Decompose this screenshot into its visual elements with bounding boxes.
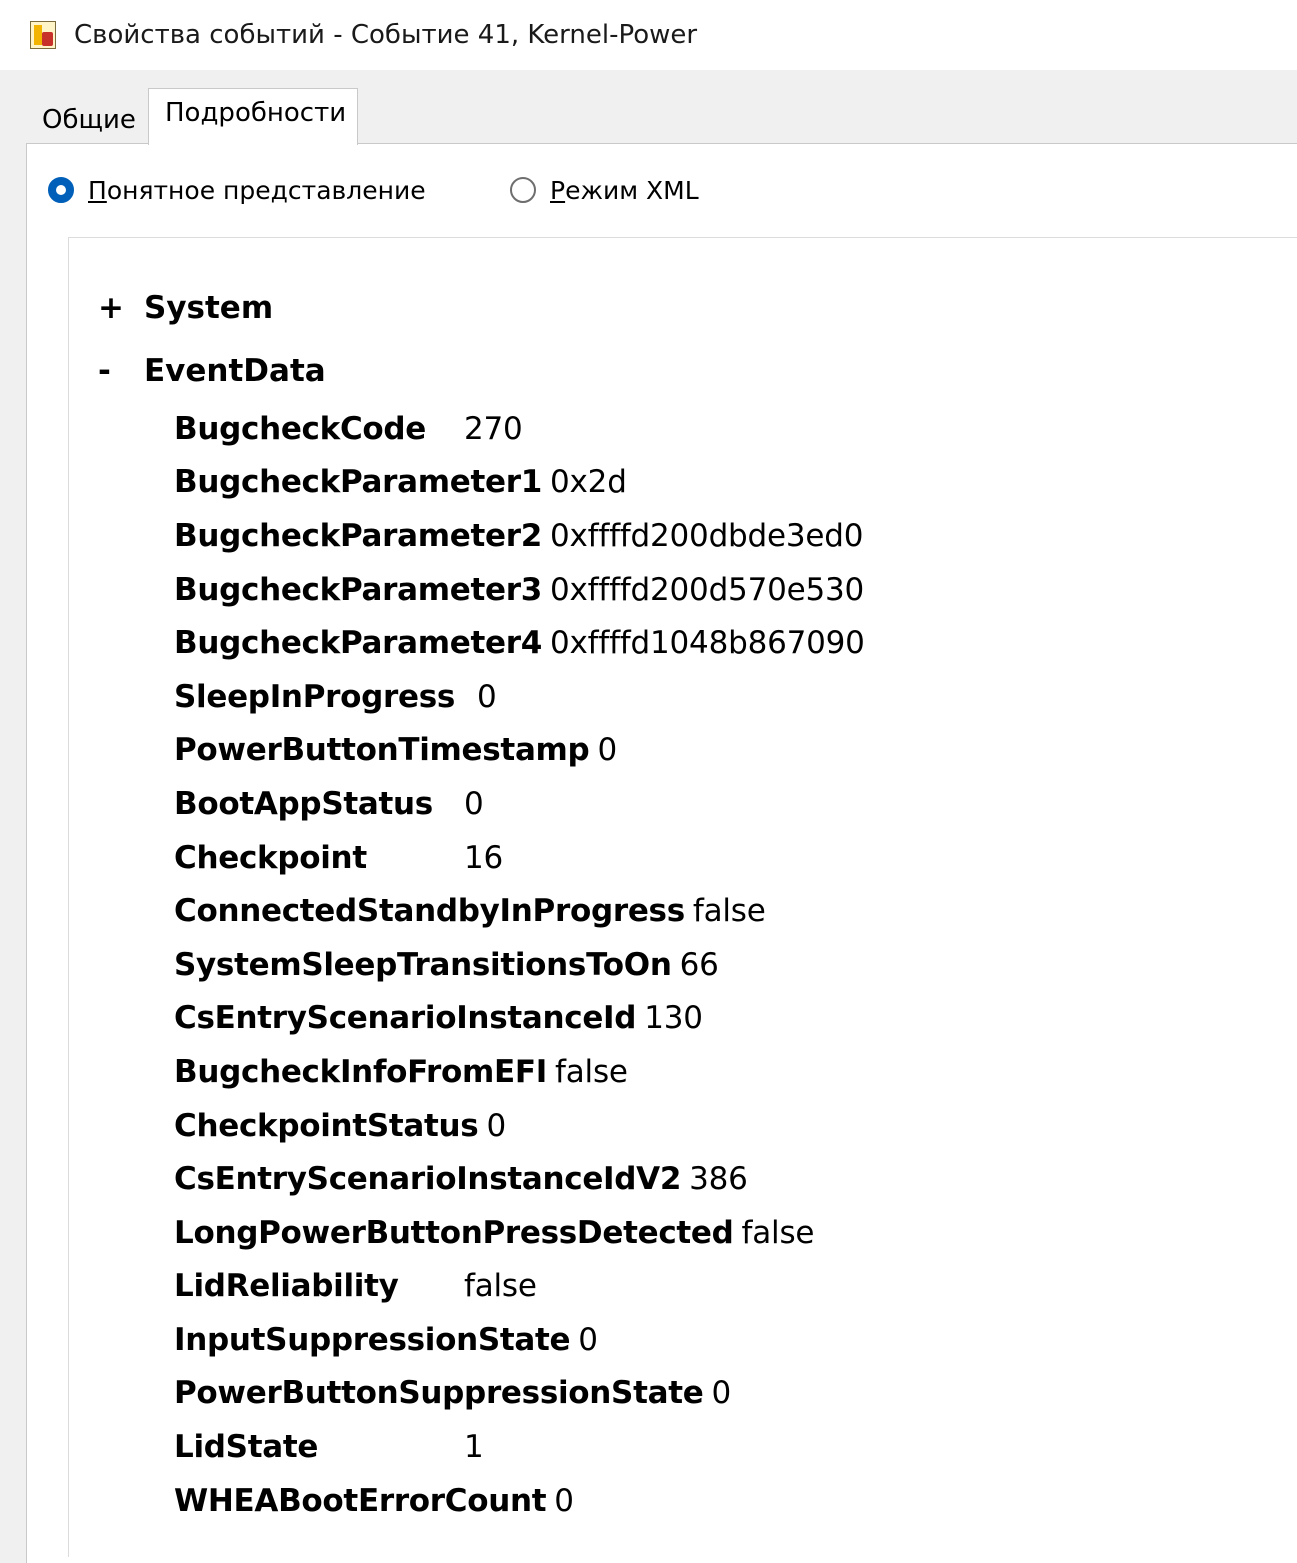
radio-unselected-icon <box>510 177 536 203</box>
event-data-row: InputSuppressionState 0 <box>174 1313 1274 1367</box>
event-data-key: BugcheckCode <box>174 410 427 447</box>
event-data-value: 66 <box>679 946 719 983</box>
event-data-row: BugcheckParameter2 0xffffd200dbde3ed0 <box>174 509 1274 563</box>
event-data-key: ConnectedStandbyInProgress <box>174 893 685 930</box>
tab-details[interactable]: Подробности <box>148 88 358 145</box>
event-data-value: 16 <box>464 839 504 876</box>
event-viewer-icon <box>30 21 56 49</box>
event-data-row: BugcheckInfoFromEFI false <box>174 1045 1274 1099</box>
window-title: Свойства событий - Событие 41, Kernel-Po… <box>74 20 698 50</box>
event-data-row: LidState 1 <box>174 1420 1274 1474</box>
event-data-row: PowerButtonSuppressionState 0 <box>174 1367 1274 1421</box>
event-data-value: false <box>692 893 766 930</box>
tab-general[interactable]: Общие <box>32 98 148 144</box>
event-data-value: 0xffffd200d570e530 <box>550 571 865 608</box>
event-data-value: 1 <box>464 1429 484 1466</box>
xml-view-label: Режим XML <box>550 175 699 205</box>
event-data-list: BugcheckCode 270 BugcheckParameter1 0x2d… <box>174 402 1274 1527</box>
event-data-value: 0x2d <box>550 464 627 501</box>
event-data-value: 0xffffd200dbde3ed0 <box>550 517 864 554</box>
event-data-value: 0 <box>597 732 617 769</box>
event-data-row: CsEntryScenarioInstanceId 130 <box>174 992 1274 1046</box>
event-data-row: WHEABootErrorCount 0 <box>174 1474 1274 1528</box>
event-data-key: SleepInProgress <box>174 678 456 715</box>
event-data-key: PowerButtonTimestamp <box>174 732 590 769</box>
event-data-key: BugcheckParameter3 <box>174 571 542 608</box>
event-data-value: 0 <box>554 1482 574 1519</box>
event-data-key: CheckpointStatus <box>174 1107 479 1144</box>
event-data-row: LidReliability false <box>174 1260 1274 1314</box>
event-data-row: SystemSleepTransitionsToOn 66 <box>174 938 1274 992</box>
event-data-key: PowerButtonSuppressionState <box>174 1375 704 1412</box>
tree-node-label: EventData <box>144 353 326 389</box>
event-data-key: CsEntryScenarioInstanceId <box>174 1000 637 1037</box>
event-data-value: false <box>555 1053 628 1090</box>
event-data-value: 0 <box>578 1321 598 1358</box>
event-data-key: LongPowerButtonPressDetected <box>174 1214 734 1251</box>
event-data-row: BugcheckParameter1 0x2d <box>174 456 1274 510</box>
event-data-key: BootAppStatus <box>174 785 433 822</box>
event-data-value: 0 <box>477 678 497 715</box>
xml-view-radio[interactable]: Режим XML <box>510 170 699 210</box>
event-data-row: LongPowerButtonPressDetected false <box>174 1206 1274 1260</box>
event-data-key: WHEABootErrorCount <box>174 1482 547 1519</box>
event-data-key: Checkpoint <box>174 839 367 876</box>
event-data-row: BootAppStatus 0 <box>174 777 1274 831</box>
event-data-value: 0xffffd1048b867090 <box>550 625 865 662</box>
event-data-value: 386 <box>689 1161 748 1198</box>
event-data-value: 270 <box>464 410 523 447</box>
radio-selected-icon <box>48 177 74 203</box>
event-data-key: SystemSleepTransitionsToOn <box>174 946 672 983</box>
event-data-row: BugcheckParameter4 0xffffd1048b867090 <box>174 616 1274 670</box>
event-data-value: false <box>464 1268 537 1305</box>
event-data-value: 130 <box>644 1000 703 1037</box>
event-data-value: 0 <box>464 785 484 822</box>
event-data-row: SleepInProgress 0 <box>174 670 1274 724</box>
event-data-row: CsEntryScenarioInstanceIdV2 386 <box>174 1152 1274 1206</box>
event-data-row: CheckpointStatus 0 <box>174 1099 1274 1153</box>
event-data-key: BugcheckParameter4 <box>174 625 542 662</box>
tree-node-system[interactable]: + System <box>98 286 273 330</box>
friendly-view-radio[interactable]: Понятное представление <box>48 170 426 210</box>
event-data-key: LidReliability <box>174 1268 399 1305</box>
event-data-value: 0 <box>711 1375 731 1412</box>
event-data-key: BugcheckInfoFromEFI <box>174 1053 548 1090</box>
tree-node-eventdata[interactable]: - EventData <box>98 349 326 393</box>
event-data-key: BugcheckParameter2 <box>174 517 542 554</box>
friendly-view-label: Понятное представление <box>88 175 426 205</box>
event-data-value: false <box>741 1214 815 1251</box>
event-data-row: Checkpoint 16 <box>174 831 1274 885</box>
collapse-toggle[interactable]: - <box>98 353 144 389</box>
event-data-row: ConnectedStandbyInProgress false <box>174 884 1274 938</box>
event-data-value: 0 <box>486 1107 506 1144</box>
event-data-key: CsEntryScenarioInstanceIdV2 <box>174 1161 682 1198</box>
title-bar: Свойства событий - Событие 41, Kernel-Po… <box>0 0 1297 70</box>
event-data-key: LidState <box>174 1429 319 1466</box>
event-data-key: InputSuppressionState <box>174 1321 571 1358</box>
expand-toggle[interactable]: + <box>98 290 144 326</box>
event-data-row: BugcheckCode 270 <box>174 402 1274 456</box>
event-data-row: BugcheckParameter3 0xffffd200d570e530 <box>174 563 1274 617</box>
event-data-key: BugcheckParameter1 <box>174 464 542 501</box>
event-data-row: PowerButtonTimestamp 0 <box>174 724 1274 778</box>
tree-node-label: System <box>144 290 274 326</box>
